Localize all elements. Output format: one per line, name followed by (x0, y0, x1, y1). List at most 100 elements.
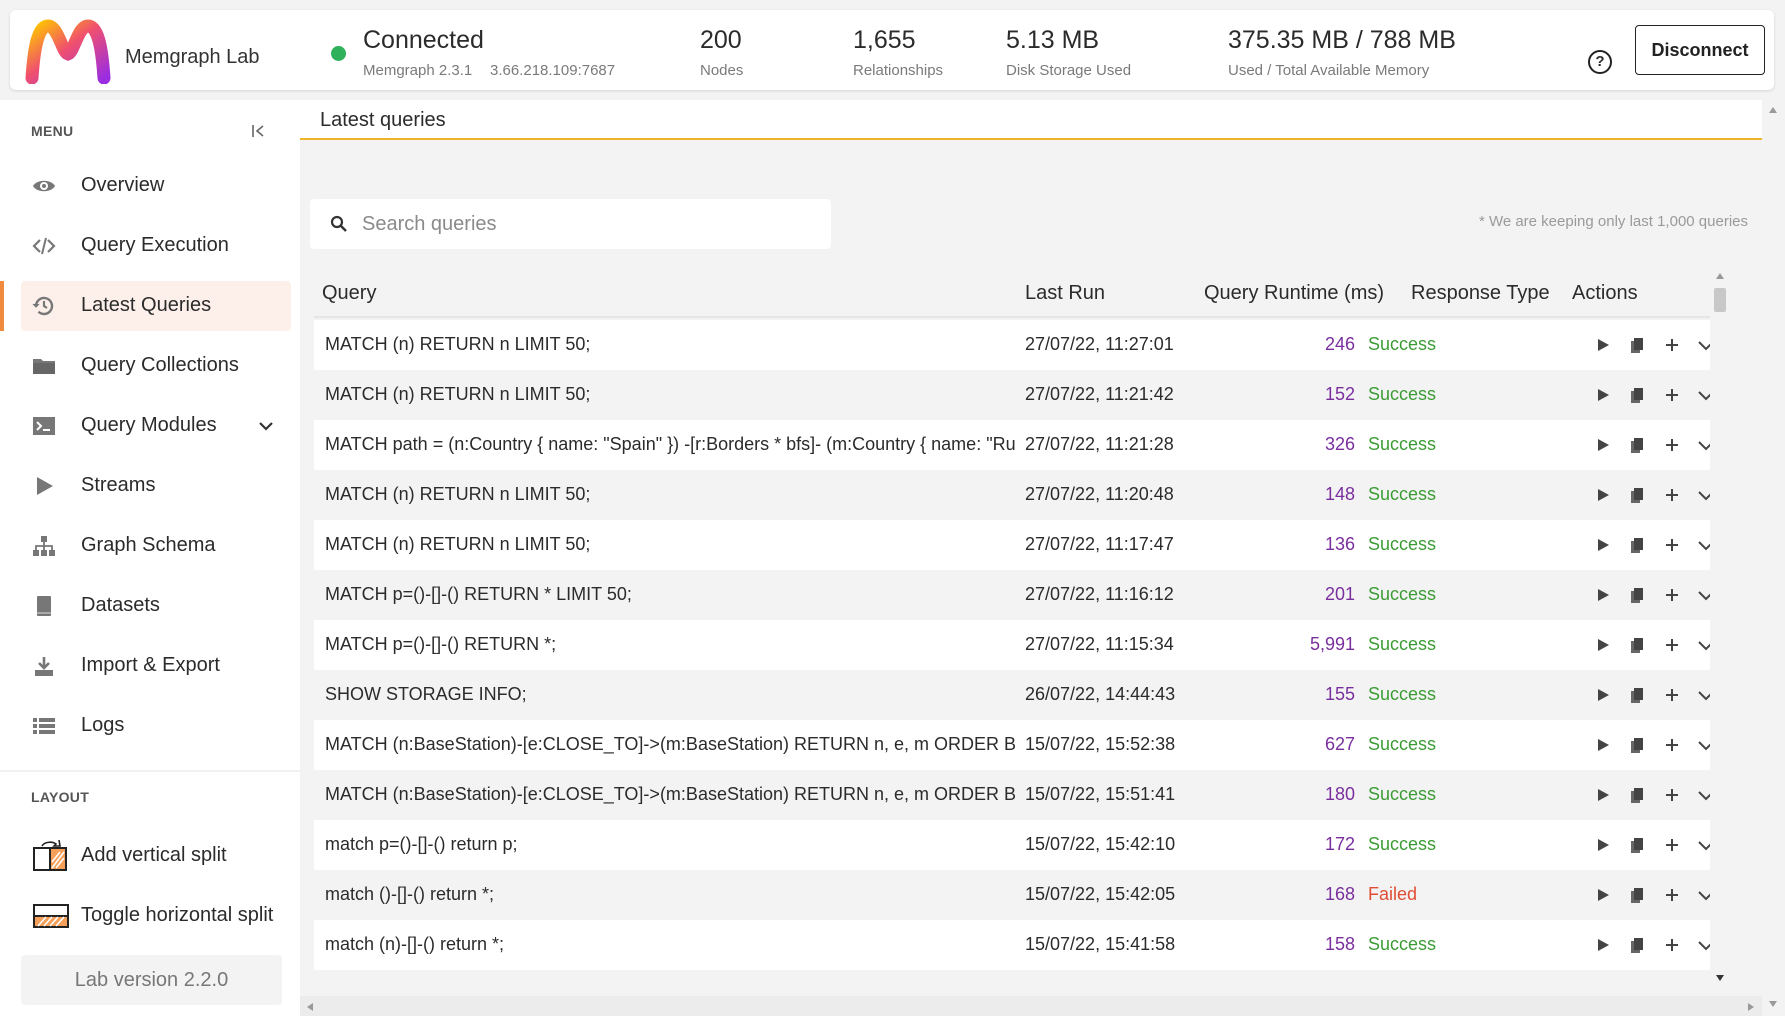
sidebar-item-graph-schema[interactable]: Graph Schema (21, 521, 291, 571)
help-icon[interactable]: ? (1588, 50, 1612, 74)
add-icon[interactable] (1663, 336, 1681, 354)
copy-icon[interactable] (1628, 436, 1646, 454)
table-row[interactable]: MATCH p=()-[]-() RETURN * LIMIT 50; 27/07… (314, 570, 1710, 620)
page-scrollbar[interactable] (1762, 100, 1785, 1016)
table-row[interactable]: match ()-[]-() return *; 15/07/22, 15:42:… (314, 870, 1710, 920)
run-icon[interactable] (1594, 636, 1612, 654)
copy-icon[interactable] (1628, 536, 1646, 554)
copy-icon[interactable] (1628, 836, 1646, 854)
expand-icon[interactable] (1697, 786, 1710, 804)
expand-icon[interactable] (1697, 486, 1710, 504)
run-icon[interactable] (1594, 786, 1612, 804)
add-icon[interactable] (1663, 786, 1681, 804)
sidebar-item-query-modules[interactable]: Query Modules (21, 401, 291, 451)
horizontal-scrollbar[interactable] (300, 996, 1762, 1016)
sidebar-item-import-export[interactable]: Import & Export (21, 641, 291, 691)
table-row[interactable]: MATCH p=()-[]-() RETURN *; 27/07/22, 11:1… (314, 620, 1710, 670)
table-row[interactable]: MATCH (n:BaseStation)-[e:CLOSE_TO]->(m:B… (314, 720, 1710, 770)
copy-icon[interactable] (1628, 386, 1646, 404)
table-row[interactable]: MATCH (n) RETURN n LIMIT 50; 27/07/22, 11… (314, 370, 1710, 420)
scroll-right-icon[interactable] (1747, 1002, 1755, 1012)
table-row[interactable]: MATCH (n) RETURN n LIMIT 50; 27/07/22, 11… (314, 470, 1710, 520)
query-runtime: 155 (1324, 684, 1355, 704)
collapse-sidebar-icon[interactable] (251, 123, 267, 139)
add-icon[interactable] (1663, 536, 1681, 554)
expand-icon[interactable] (1697, 586, 1710, 604)
run-icon[interactable] (1594, 586, 1612, 604)
table-scrollbar[interactable] (1712, 268, 1728, 988)
add-icon[interactable] (1663, 586, 1681, 604)
copy-icon[interactable] (1628, 586, 1646, 604)
column-header-runtime[interactable]: Query Runtime (ms) (1204, 282, 1384, 305)
copy-icon[interactable] (1628, 886, 1646, 904)
add-icon[interactable] (1663, 636, 1681, 654)
expand-icon[interactable] (1697, 936, 1710, 954)
chevron-down-icon[interactable] (257, 417, 275, 435)
copy-icon[interactable] (1628, 486, 1646, 504)
run-icon[interactable] (1594, 436, 1612, 454)
run-icon[interactable] (1594, 686, 1612, 704)
copy-icon[interactable] (1628, 786, 1646, 804)
add-icon[interactable] (1663, 736, 1681, 754)
expand-icon[interactable] (1697, 536, 1710, 554)
run-icon[interactable] (1594, 836, 1612, 854)
add-icon[interactable] (1663, 486, 1681, 504)
add-icon[interactable] (1663, 836, 1681, 854)
run-icon[interactable] (1594, 536, 1612, 554)
expand-icon[interactable] (1697, 636, 1710, 654)
table-row[interactable]: MATCH (n) RETURN n LIMIT 50; 27/07/22, 11… (314, 320, 1710, 370)
add-icon[interactable] (1663, 386, 1681, 404)
scroll-down-arrow-icon[interactable] (1715, 974, 1725, 982)
copy-icon[interactable] (1628, 736, 1646, 754)
table-row[interactable]: match (n)-[]-() return *; 15/07/22, 15:41… (314, 920, 1710, 970)
search-input[interactable] (362, 209, 812, 239)
run-icon[interactable] (1594, 486, 1612, 504)
run-icon[interactable] (1594, 736, 1612, 754)
page-scroll-up-icon[interactable] (1768, 106, 1778, 114)
expand-icon[interactable] (1697, 336, 1710, 354)
copy-icon[interactable] (1628, 936, 1646, 954)
scroll-left-icon[interactable] (306, 1002, 314, 1012)
column-header-last-run[interactable]: Last Run (1025, 282, 1105, 305)
expand-icon[interactable] (1697, 736, 1710, 754)
expand-icon[interactable] (1697, 836, 1710, 854)
add-vertical-split-button[interactable]: Add vertical split (21, 831, 291, 881)
column-header-query[interactable]: Query (322, 282, 376, 305)
run-icon[interactable] (1594, 386, 1612, 404)
copy-icon[interactable] (1628, 336, 1646, 354)
add-icon[interactable] (1663, 936, 1681, 954)
disconnect-button[interactable]: Disconnect (1635, 25, 1765, 75)
column-header-response-type[interactable]: Response Type (1411, 282, 1550, 305)
add-icon[interactable] (1663, 436, 1681, 454)
table-row[interactable]: SHOW STORAGE INFO; 26/07/22, 14:44:43 155 S… (314, 670, 1710, 720)
run-icon[interactable] (1594, 336, 1612, 354)
scrollbar-thumb[interactable] (1714, 288, 1726, 312)
last-run: 15/07/22, 15:41:58 (1025, 934, 1176, 954)
run-icon[interactable] (1594, 886, 1612, 904)
query-runtime: 136 (1324, 534, 1355, 554)
table-row[interactable]: MATCH (n) RETURN n LIMIT 50; 27/07/22, 11… (314, 520, 1710, 570)
expand-icon[interactable] (1697, 886, 1710, 904)
sidebar-item-query-execution[interactable]: Query Execution (21, 221, 291, 271)
sidebar-item-logs[interactable]: Logs (21, 701, 291, 751)
copy-icon[interactable] (1628, 686, 1646, 704)
page-scroll-down-icon[interactable] (1768, 1000, 1778, 1008)
table-row[interactable]: MATCH path = (n:Country { name: "Spain" … (314, 420, 1710, 470)
expand-icon[interactable] (1697, 386, 1710, 404)
sidebar-item-latest-queries[interactable]: Latest Queries (21, 281, 291, 331)
scroll-up-arrow-icon[interactable] (1715, 272, 1725, 280)
sidebar-item-datasets[interactable]: Datasets (21, 581, 291, 631)
toggle-horizontal-split-button[interactable]: Toggle horizontal split (21, 891, 291, 941)
run-icon[interactable] (1594, 936, 1612, 954)
query-text: match (n)-[]-() return *; (325, 934, 505, 954)
copy-icon[interactable] (1628, 636, 1646, 654)
table-row[interactable]: MATCH (n:BaseStation)-[e:CLOSE_TO]->(m:B… (314, 770, 1710, 820)
expand-icon[interactable] (1697, 686, 1710, 704)
sidebar-item-streams[interactable]: Streams (21, 461, 291, 511)
add-icon[interactable] (1663, 686, 1681, 704)
expand-icon[interactable] (1697, 436, 1710, 454)
sidebar-item-overview[interactable]: Overview (21, 161, 291, 211)
sidebar-item-query-collections[interactable]: Query Collections (21, 341, 291, 391)
table-row[interactable]: match p=()-[]-() return p; 15/07/22, 15:4… (314, 820, 1710, 870)
add-icon[interactable] (1663, 886, 1681, 904)
